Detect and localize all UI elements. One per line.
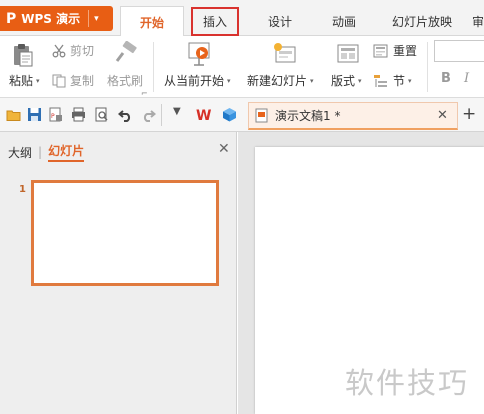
layout-dropdown-icon: ▾ bbox=[358, 76, 362, 85]
tab-design[interactable]: 设计 bbox=[258, 6, 302, 36]
layout-button[interactable]: 版式 ▾ bbox=[331, 72, 362, 89]
cut-button[interactable]: 剪切 bbox=[52, 42, 94, 59]
paste-button[interactable]: 粘贴 ▾ bbox=[9, 72, 40, 89]
format-painter-label: 格式刷 bbox=[107, 74, 144, 88]
slide-thumbnail[interactable] bbox=[31, 180, 219, 286]
font-name-input[interactable] bbox=[434, 40, 484, 62]
new-slide-button[interactable]: 新建幻灯片 ▾ bbox=[247, 72, 314, 89]
layout-icon[interactable] bbox=[336, 42, 360, 66]
close-panel-icon[interactable]: ✕ bbox=[218, 141, 230, 157]
document-title: 演示文稿1 * bbox=[275, 109, 341, 123]
paste-label: 粘贴 bbox=[9, 74, 34, 88]
panel-tab-group: 大纲 | 幻灯片 bbox=[8, 142, 85, 162]
app-name: WPS 演示 bbox=[21, 12, 81, 26]
clipboard-group-launcher-icon[interactable]: ⌐ bbox=[141, 89, 148, 98]
tab-animation[interactable]: 动画 bbox=[322, 6, 366, 36]
svg-text:W: W bbox=[196, 108, 211, 122]
section-button[interactable]: 节 ▾ bbox=[373, 72, 412, 89]
from-current-dropdown-icon: ▾ bbox=[227, 76, 231, 85]
cube-icon[interactable] bbox=[222, 107, 237, 122]
layout-label: 版式 bbox=[331, 74, 356, 88]
toolbar-divider bbox=[161, 104, 162, 126]
play-from-current-icon[interactable] bbox=[186, 40, 214, 68]
panel-tab-separator: | bbox=[38, 145, 43, 159]
reset-button[interactable]: 重置 bbox=[373, 42, 417, 59]
wps-app-menu-button[interactable]: P WPS 演示 ▾ bbox=[0, 6, 113, 31]
new-tab-button[interactable]: + bbox=[462, 104, 476, 124]
watermark-text: 软件技巧 bbox=[345, 366, 470, 400]
paste-dropdown-icon: ▾ bbox=[36, 76, 40, 85]
from-current-slide-button[interactable]: 从当前开始 ▾ bbox=[164, 72, 231, 89]
copy-button[interactable]: 复制 bbox=[52, 72, 94, 89]
reset-icon bbox=[373, 44, 388, 57]
section-icon bbox=[374, 74, 387, 87]
tab-slides[interactable]: 幻灯片 bbox=[48, 142, 85, 162]
customize-toolbar-dropdown-icon[interactable]: ▼ bbox=[173, 106, 181, 117]
ribbon-home-panel: 粘贴 ▾ 剪切 复制 格式刷 ⌐ 从当前开始 ▾ 新建幻灯片 ▾ 版式 ▾ 重置… bbox=[0, 36, 484, 98]
cut-label: 剪切 bbox=[70, 44, 95, 58]
wps-logo-icon: P bbox=[6, 10, 17, 27]
scissors-icon bbox=[52, 44, 66, 57]
format-painter-button[interactable]: 格式刷 bbox=[107, 72, 143, 89]
wps-w-logo-icon[interactable]: W bbox=[196, 107, 211, 122]
document-tab[interactable]: 演示文稿1 * bbox=[248, 102, 458, 130]
new-slide-icon[interactable] bbox=[272, 41, 298, 67]
app-menu-dropdown-icon: ▾ bbox=[94, 13, 99, 24]
ribbon-group-divider bbox=[153, 42, 154, 92]
new-slide-label: 新建幻灯片 bbox=[247, 74, 308, 88]
open-folder-icon[interactable] bbox=[6, 107, 21, 122]
from-current-label: 从当前开始 bbox=[164, 74, 225, 88]
paste-icon[interactable] bbox=[11, 42, 35, 68]
print-preview-icon[interactable] bbox=[94, 107, 109, 122]
save-icon[interactable] bbox=[27, 107, 42, 122]
new-slide-dropdown-icon: ▾ bbox=[310, 76, 314, 85]
copy-label: 复制 bbox=[70, 74, 95, 88]
print-icon[interactable] bbox=[71, 107, 86, 122]
svg-text:P: P bbox=[51, 113, 55, 120]
redo-icon[interactable] bbox=[141, 107, 156, 122]
presentation-file-icon bbox=[255, 108, 268, 123]
close-document-icon[interactable]: ✕ bbox=[437, 108, 448, 123]
export-pdf-icon[interactable]: P bbox=[48, 107, 63, 122]
italic-button[interactable]: I bbox=[464, 71, 469, 86]
copy-icon bbox=[52, 74, 66, 87]
app-button-divider bbox=[88, 10, 90, 27]
tab-slideshow[interactable]: 幻灯片放映 bbox=[383, 6, 461, 36]
section-dropdown-icon: ▾ bbox=[408, 76, 412, 85]
bold-button[interactable]: B bbox=[441, 71, 451, 86]
tab-home[interactable]: 开始 bbox=[120, 6, 184, 37]
slide-number: 1 bbox=[19, 184, 26, 195]
ribbon-tab-bar: P WPS 演示 ▾ 开始 插入 设计 动画 幻灯片放映 审 bbox=[0, 0, 484, 37]
format-painter-icon[interactable] bbox=[113, 41, 139, 65]
tab-insert[interactable]: 插入 bbox=[191, 7, 239, 36]
section-label: 节 bbox=[393, 74, 406, 88]
tab-outline[interactable]: 大纲 bbox=[8, 144, 32, 161]
undo-icon[interactable] bbox=[118, 107, 133, 122]
reset-label: 重置 bbox=[393, 44, 418, 58]
slides-panel: 大纲 | 幻灯片 ✕ 1 bbox=[0, 132, 237, 414]
tab-review[interactable]: 审 bbox=[472, 6, 484, 36]
ribbon-group-divider bbox=[427, 42, 428, 92]
quick-access-toolbar: P ▼ W 演示文稿1 * ✕ + bbox=[0, 98, 484, 132]
